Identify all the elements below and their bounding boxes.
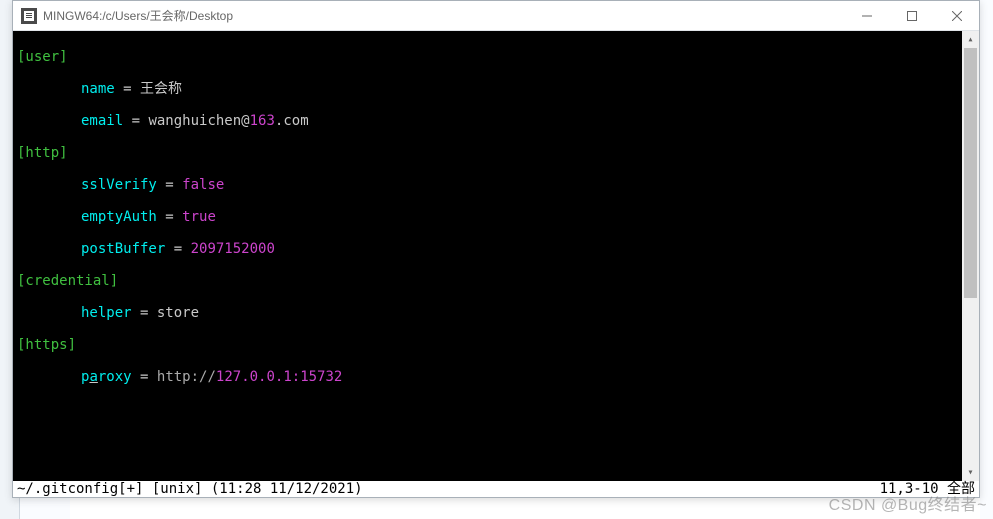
vim-status-bar: ~/.gitconfig[+] [unix] (11:28 11/12/2021… [13, 481, 979, 497]
scrollbar[interactable]: ▴ ▾ [962, 31, 979, 481]
line-user-name: name = 王会称 [17, 81, 958, 97]
line-emptyauth: emptyAuth = true [17, 209, 958, 225]
scrollbar-track[interactable] [962, 48, 979, 464]
close-button[interactable] [934, 1, 979, 30]
section-credential: [credential] [17, 273, 118, 289]
line-postbuffer: postBuffer = 2097152000 [17, 241, 958, 257]
scrollbar-thumb[interactable] [964, 48, 977, 298]
line-user-email: email = wanghuichen@163.com [17, 113, 958, 129]
maximize-icon [907, 11, 917, 21]
scroll-down-button[interactable]: ▾ [962, 464, 979, 481]
minimize-button[interactable] [844, 1, 889, 30]
status-right: 11,3-10 全部 [880, 481, 975, 497]
line-https-section: [https] [17, 337, 958, 353]
scroll-up-button[interactable]: ▴ [962, 31, 979, 48]
close-icon [952, 11, 962, 21]
mingw-icon [21, 8, 37, 24]
status-left: ~/.gitconfig[+] [unix] (11:28 11/12/2021… [17, 481, 880, 497]
window-controls [844, 1, 979, 30]
window-title: MINGW64:/c/Users/王会称/Desktop [43, 7, 844, 24]
section-http: [http] [17, 145, 68, 161]
titlebar[interactable]: MINGW64:/c/Users/王会称/Desktop [13, 1, 979, 31]
terminal-body[interactable]: [user] name = 王会称 email = wanghuichen@16… [13, 31, 979, 481]
line-proxy: paroxy = http://127.0.0.1:15732 [17, 369, 958, 385]
line-cred-section: [credential] [17, 273, 958, 289]
line-user-section: [user] [17, 49, 958, 65]
section-user: [user] [17, 49, 68, 65]
line-helper: helper = store [17, 305, 958, 321]
line-http-section: [http] [17, 145, 958, 161]
editor-content[interactable]: [user] name = 王会称 email = wanghuichen@16… [13, 31, 962, 481]
terminal-window: MINGW64:/c/Users/王会称/Desktop [user] name… [12, 0, 980, 498]
cursor-position: a [89, 369, 97, 385]
minimize-icon [862, 11, 872, 21]
line-sslverify: sslVerify = false [17, 177, 958, 193]
section-https: [https] [17, 337, 76, 353]
maximize-button[interactable] [889, 1, 934, 30]
